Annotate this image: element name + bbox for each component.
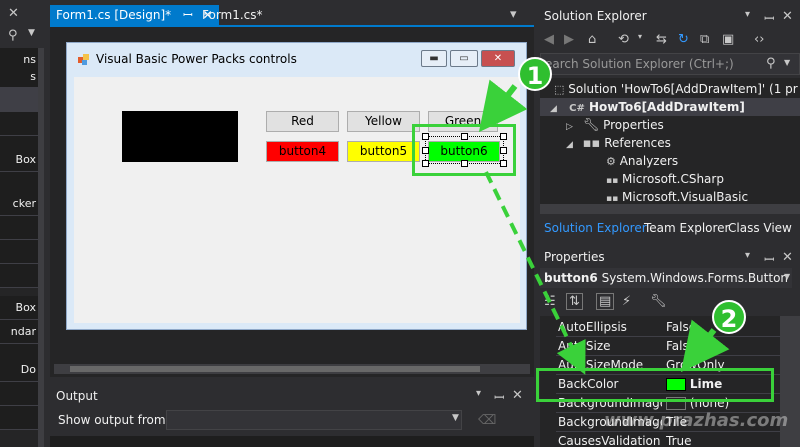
callout-1: 1 xyxy=(518,57,552,91)
watermark: www.prazhas.com xyxy=(604,410,789,431)
annotation-arrows xyxy=(478,79,730,375)
callout-2: 2 xyxy=(712,300,746,334)
dashed-arrow-to-backcolor xyxy=(484,171,586,375)
arrow-to-backcolor xyxy=(680,319,730,373)
vs-ide-window: ✕ ⚲ ▼ ns s Box cker Box ndar Do Form1.cs… xyxy=(0,0,800,447)
arrow-to-button6 xyxy=(478,79,528,133)
